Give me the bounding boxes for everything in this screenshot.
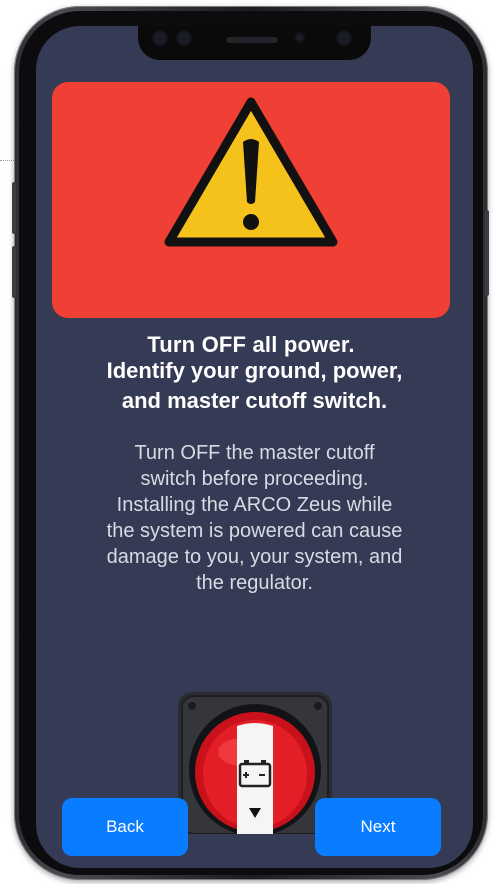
notch bbox=[138, 26, 371, 60]
ambient-sensor bbox=[338, 32, 350, 44]
proximity-sensor bbox=[296, 34, 303, 41]
next-button[interactable]: Next bbox=[315, 798, 441, 856]
back-button[interactable]: Back bbox=[62, 798, 188, 856]
face-id-sensor bbox=[178, 32, 190, 44]
instruction-text: Turn OFF the master cutoff switch before… bbox=[106, 442, 403, 594]
front-camera bbox=[154, 32, 166, 44]
battery-master-switch-image bbox=[178, 692, 332, 834]
volume-down-button bbox=[12, 246, 16, 298]
warning-title: Turn OFF all power. bbox=[147, 332, 355, 357]
page-heading: Identify your ground, power, and master … bbox=[106, 358, 403, 413]
power-warning-card: Turn OFF all power. bbox=[52, 82, 450, 357]
app-screen: Turn OFF all power. Identify your ground… bbox=[36, 26, 473, 868]
earpiece-speaker bbox=[226, 37, 278, 43]
warning-triangle-icon bbox=[164, 97, 338, 247]
volume-up-button bbox=[12, 182, 16, 234]
power-button bbox=[485, 210, 489, 296]
